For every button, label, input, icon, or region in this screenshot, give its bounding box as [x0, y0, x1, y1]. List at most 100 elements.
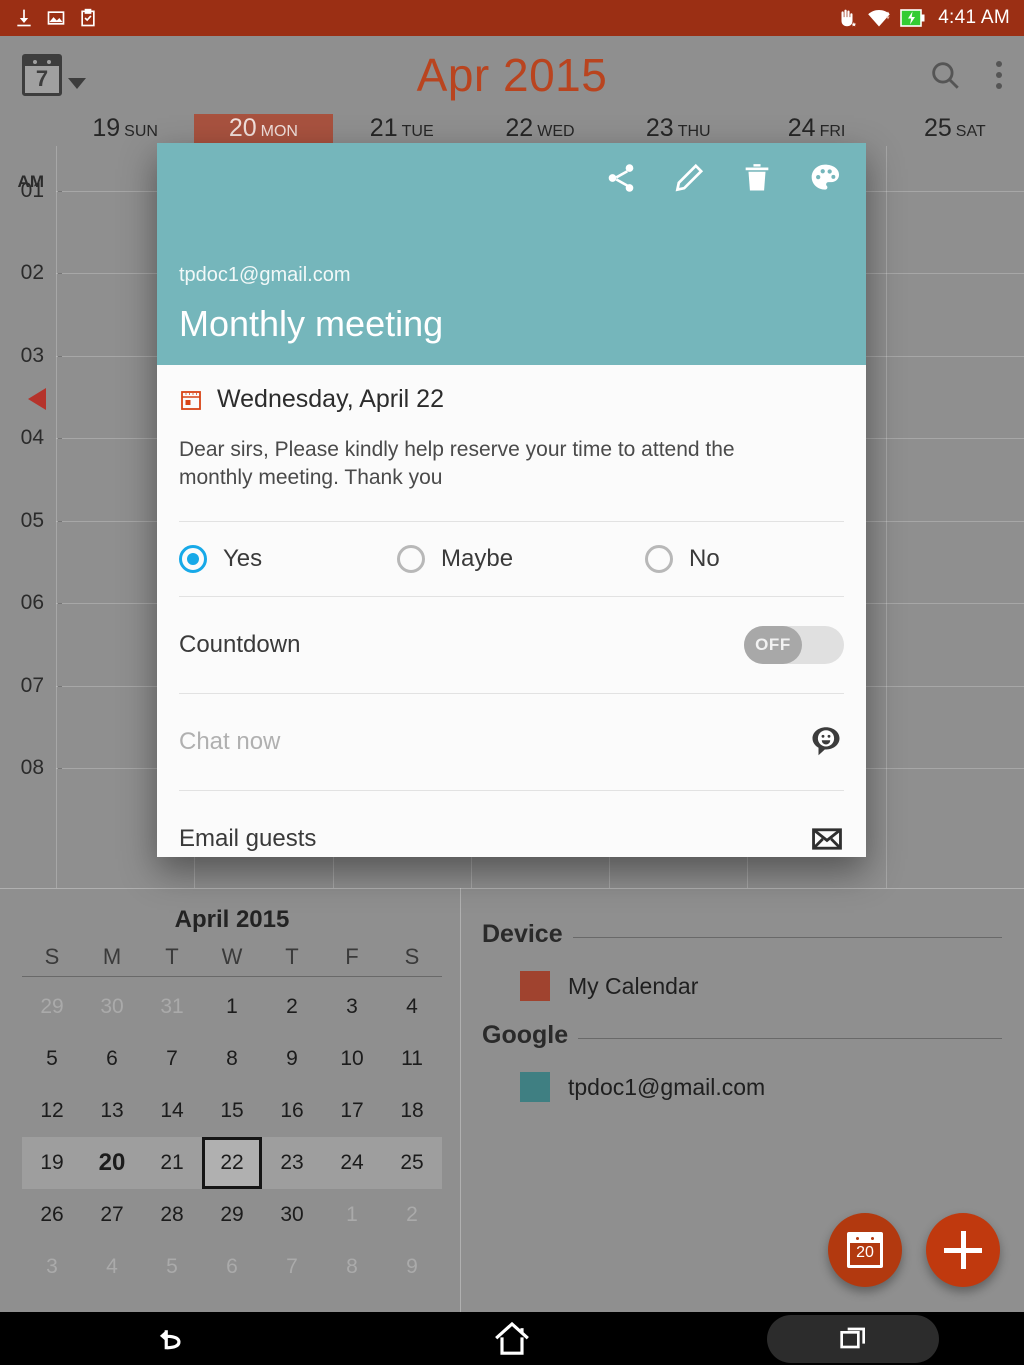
chat-bubble-smiley-icon[interactable] [808, 724, 844, 760]
mini-calendar-day[interactable]: 19 [22, 1137, 82, 1189]
mini-calendar-day[interactable]: 15 [202, 1085, 262, 1137]
rsvp-option-no[interactable]: No [645, 545, 720, 574]
day-name: SAT [955, 123, 986, 140]
mini-calendar-day[interactable]: 13 [82, 1085, 142, 1137]
mini-calendar-day[interactable]: 7 [262, 1241, 322, 1293]
mini-calendar-day[interactable]: 3 [322, 981, 382, 1033]
day-header-cell[interactable]: 23 THU [609, 114, 747, 146]
mini-calendar-day[interactable]: 14 [142, 1085, 202, 1137]
search-icon[interactable] [928, 58, 962, 92]
mini-calendar-day[interactable]: 11 [382, 1033, 442, 1085]
mini-calendar-day[interactable]: 9 [262, 1033, 322, 1085]
mini-calendar-day[interactable]: 30 [82, 981, 142, 1033]
screen-root: 4:41 AM 7 Apr 2015 19 SUN 20 MON 21 TUE … [0, 0, 1024, 1365]
countdown-toggle[interactable]: OFF [744, 626, 844, 665]
mini-calendar-day[interactable]: 25 [382, 1137, 442, 1189]
email-guests-row[interactable]: Email guests [179, 791, 844, 857]
day-header-cell[interactable]: 22 WED [471, 114, 609, 146]
mini-calendar-day[interactable]: 2 [382, 1189, 442, 1241]
calendar-list-item-label: My Calendar [568, 972, 699, 999]
more-vertical-icon[interactable] [996, 61, 1002, 89]
mini-calendar-day[interactable]: 10 [322, 1033, 382, 1085]
mini-calendar-day[interactable]: 6 [202, 1241, 262, 1293]
nav-recents-button[interactable] [683, 1312, 1024, 1365]
radio-icon-yes[interactable] [179, 545, 207, 574]
mini-calendar-day[interactable]: 12 [22, 1085, 82, 1137]
mini-calendar-day[interactable]: 9 [382, 1241, 442, 1293]
edit-pencil-icon[interactable] [672, 161, 706, 195]
mini-calendar-day[interactable]: 17 [322, 1085, 382, 1137]
calendar-list-item[interactable]: tpdoc1@gmail.com [482, 1050, 1002, 1112]
today-fab[interactable]: 20 [828, 1213, 902, 1287]
mini-calendar-day[interactable]: 26 [22, 1189, 82, 1241]
mini-calendar-day[interactable]: 23 [262, 1137, 322, 1189]
recents-pill[interactable] [767, 1314, 940, 1363]
mini-calendar-day[interactable]: 6 [82, 1033, 142, 1085]
mini-calendar-day[interactable]: 24 [322, 1137, 382, 1189]
mini-calendar-day[interactable]: 27 [82, 1189, 142, 1241]
mini-calendar-day[interactable]: 1 [202, 981, 262, 1033]
android-nav-bar [0, 1312, 1024, 1365]
mini-calendar-day[interactable]: 4 [82, 1241, 142, 1293]
hour-label: 02 [20, 261, 44, 284]
mini-calendar[interactable]: April 2015 S M T W T F S 29 30 31 1 2 3 4 5 6 7 8 9 10 11 12 1… [22, 906, 442, 1293]
mini-calendar-day[interactable]: 2 [262, 981, 322, 1033]
day-header-cell-selected[interactable]: 20 MON [194, 114, 333, 146]
envelope-icon[interactable] [810, 822, 844, 856]
mini-calendar-day[interactable]: 7 [142, 1033, 202, 1085]
day-header-cell[interactable]: 21 TUE [333, 114, 471, 146]
back-icon [159, 1329, 181, 1349]
calendar-view-icon[interactable]: 7 [22, 54, 62, 96]
calendar-list-item[interactable]: My Calendar [482, 949, 1002, 1011]
add-event-fab[interactable] [926, 1213, 1000, 1287]
day-number: 21 [369, 114, 398, 142]
delete-trash-icon[interactable] [740, 161, 774, 195]
mini-calendar-day[interactable]: 5 [22, 1033, 82, 1085]
divider [460, 888, 461, 1312]
calendar-group-title: Device [482, 920, 563, 948]
today-fab-day: 20 [856, 1244, 874, 1261]
mini-calendar-day[interactable]: 30 [262, 1189, 322, 1241]
mini-calendar-day[interactable]: 20 [82, 1137, 142, 1189]
radio-icon-maybe[interactable] [397, 545, 425, 574]
mini-calendar-day[interactable]: 29 [202, 1189, 262, 1241]
mini-calendar-day[interactable]: 1 [322, 1189, 382, 1241]
day-name: SUN [124, 123, 158, 140]
rsvp-option-yes[interactable]: Yes [179, 545, 397, 574]
mini-calendar-day-selected[interactable]: 22 [202, 1137, 262, 1189]
mini-calendar-day[interactable]: 31 [142, 981, 202, 1033]
day-header-cell[interactable]: 25 SAT [886, 114, 1024, 146]
radio-icon-no[interactable] [645, 545, 673, 574]
rsvp-option-maybe[interactable]: Maybe [397, 545, 645, 574]
share-icon[interactable] [604, 161, 638, 195]
mini-calendar-day[interactable]: 28 [142, 1189, 202, 1241]
mini-calendar-day[interactable]: 8 [202, 1033, 262, 1085]
chat-row[interactable]: Chat now [179, 694, 844, 790]
view-picker[interactable]: 7 [22, 54, 222, 96]
mini-calendar-day[interactable]: 18 [382, 1085, 442, 1137]
mini-calendar-day[interactable]: 21 [142, 1137, 202, 1189]
status-bar: 4:41 AM [0, 0, 1024, 36]
mini-calendar-day[interactable]: 16 [262, 1085, 322, 1137]
chat-right [808, 724, 844, 760]
day-name: WED [537, 123, 575, 140]
color-palette-icon[interactable] [808, 161, 842, 195]
mini-calendar-day[interactable]: 5 [142, 1241, 202, 1293]
chevron-down-icon[interactable] [68, 77, 86, 89]
nav-back-button[interactable] [0, 1312, 341, 1365]
page-title: Apr 2015 [416, 49, 608, 101]
email-guests-right [810, 822, 844, 856]
day-header-cell[interactable]: 19 SUN [56, 114, 194, 146]
mini-calendar-day[interactable]: 29 [22, 981, 82, 1033]
event-description: Dear sirs, Please kindly help reserve yo… [179, 438, 735, 489]
nav-home-button[interactable] [341, 1312, 682, 1365]
mini-calendar-day[interactable]: 3 [22, 1241, 82, 1293]
event-dialog-body: Wednesday, April 22 Dear sirs, Please ki… [157, 365, 866, 857]
divider [578, 1038, 1002, 1039]
day-header-cell[interactable]: 24 FRI [747, 114, 885, 146]
status-bar-left-icons [14, 8, 98, 28]
hour-tick [58, 768, 62, 769]
hour-tick [58, 190, 62, 192]
mini-calendar-day[interactable]: 8 [322, 1241, 382, 1293]
mini-calendar-day[interactable]: 4 [382, 981, 442, 1033]
